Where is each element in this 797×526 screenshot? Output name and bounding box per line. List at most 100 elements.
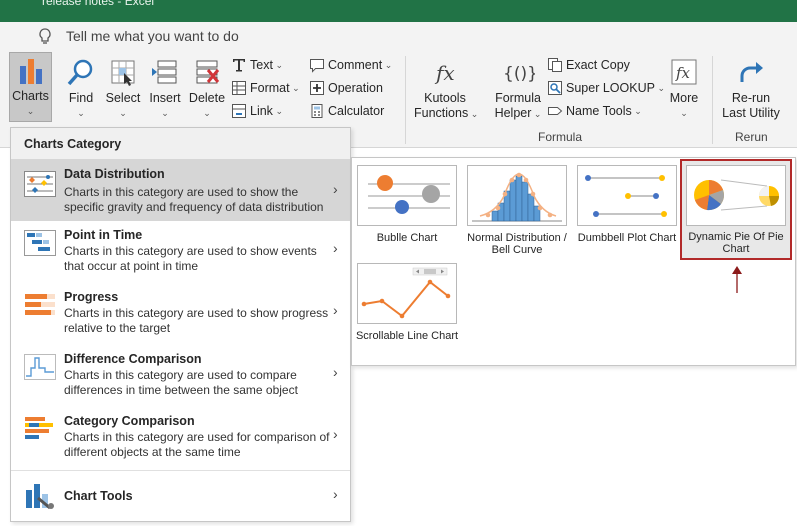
dumbbell-plot-icon (585, 175, 667, 217)
menu-item-title: Chart Tools (64, 489, 133, 503)
more-label: More (669, 91, 699, 105)
gallery-tile-scrollable-line[interactable]: Scrollable Line Chart (356, 263, 458, 355)
format-button[interactable]: Format ⌄ (231, 80, 300, 96)
progress-icon (25, 294, 55, 315)
comment-button[interactable]: Comment ⌄ (309, 57, 392, 73)
charts-button-content[interactable]: Charts ⌄ (9, 56, 52, 119)
rerun-label-2: Last Utility (722, 106, 780, 120)
menu-item-chart-tools[interactable]: Chart Tools › (11, 476, 350, 518)
menu-item-title: Difference Comparison (64, 352, 202, 366)
chevron-down-icon: ⌄ (272, 105, 283, 116)
chevron-down-icon: ⌄ (531, 109, 542, 119)
chart-gallery-panel: Bublle Chart Normal Distribution / Bell … (351, 157, 796, 366)
data-distribution-icon (24, 171, 56, 197)
bell-curve-icon (472, 172, 562, 222)
chevron-right-icon: › (333, 486, 338, 502)
operation-label: Operation (328, 81, 383, 95)
select-cells-icon (111, 60, 135, 86)
menu-item-desc: Charts in this category are used to show… (64, 185, 324, 214)
kutools-functions-label-1: Kutools (424, 91, 466, 105)
formula-helper-label-2: Helper (494, 106, 532, 120)
ribbon-separator (405, 56, 406, 144)
formula-helper-button[interactable]: {()} Formula Helper ⌄ (488, 58, 548, 122)
menu-item-title: Point in Time (64, 228, 143, 242)
text-button[interactable]: Text ⌄ (231, 57, 283, 73)
insert-rows-icon (152, 60, 177, 84)
rerun-button[interactable]: Re-run Last Utility (718, 58, 784, 121)
bubble-chart-icon (368, 175, 450, 214)
kutools-functions-button[interactable]: fx Kutools Functions ⌄ (414, 58, 479, 122)
insert-button[interactable]: Insert ⌄ (144, 58, 186, 121)
chevron-down-icon: ⌄ (382, 59, 393, 70)
exact-copy-button[interactable]: Exact Copy (547, 57, 630, 73)
super-lookup-button[interactable]: Super LOOKUP ⌄ (547, 80, 665, 96)
gallery-tile-bubble-chart[interactable]: Bublle Chart (357, 165, 457, 257)
point-in-time-icon (24, 230, 56, 256)
lightbulb-icon (39, 28, 51, 44)
tell-me-input[interactable]: Tell me what you want to do (66, 28, 239, 44)
charts-label: Charts (12, 89, 49, 103)
format-icon (232, 81, 246, 95)
format-label: Format (250, 81, 290, 95)
group-label-rerun: Rerun (735, 130, 768, 144)
find-label: Find (68, 91, 94, 105)
more-button[interactable]: fx More ⌄ (664, 58, 704, 121)
find-button[interactable]: Find ⌄ (60, 58, 102, 121)
delete-rows-icon (196, 60, 220, 84)
gallery-tile-normal-distribution[interactable]: Normal Distribution / Bell Curve (467, 165, 567, 257)
calculator-button[interactable]: Calculator (309, 103, 384, 119)
menu-item-desc: Charts in this category are used to comp… (64, 368, 298, 397)
link-icon (232, 104, 246, 118)
link-button[interactable]: Link ⌄ (231, 103, 283, 119)
ribbon-separator (712, 56, 713, 144)
chevron-right-icon: › (333, 364, 338, 380)
tile-caption: Bublle Chart (376, 232, 438, 244)
tile-caption: Normal Distribution / Bell Curve (467, 232, 567, 256)
tile-caption: Dumbbell Plot Chart (577, 232, 677, 244)
menu-item-desc: Charts in this category are used to show… (64, 306, 329, 335)
chevron-right-icon: › (333, 302, 338, 318)
kutools-functions-label-2: Functions (414, 106, 469, 120)
menu-item-desc: Charts in this category are used for com… (64, 430, 330, 459)
magnifier-icon (67, 59, 93, 86)
menu-divider (11, 470, 350, 471)
delete-button[interactable]: Delete ⌄ (186, 58, 228, 121)
tile-caption: Dynamic Pie Of Pie Chart (688, 231, 784, 255)
scrollable-line-icon (361, 267, 451, 319)
svg-text:fx: fx (434, 61, 455, 85)
menu-item-point-in-time[interactable]: Point in Time Charts in this category ar… (11, 226, 350, 284)
menu-header: Charts Category (11, 128, 350, 159)
group-label-formula: Formula (538, 130, 583, 144)
bubble-chart-thumbnail (357, 165, 457, 226)
menu-item-difference-comparison[interactable]: Difference Comparison Charts in this cat… (11, 350, 350, 408)
gallery-tile-dumbbell-plot[interactable]: Dumbbell Plot Chart (577, 165, 677, 257)
kutools-functions-label-2-row: Functions ⌄ (414, 106, 479, 122)
insert-label: Insert (149, 91, 181, 105)
menu-item-progress[interactable]: Progress Charts in this category are use… (11, 288, 350, 346)
svg-text:{()}: {()} (503, 64, 535, 84)
gallery-tile-dynamic-pie-of-pie[interactable]: Dynamic Pie Of Pie Chart (680, 159, 792, 260)
charts-category-menu: Charts Category Data Distribution Charts… (10, 127, 351, 522)
category-comparison-icon (25, 417, 53, 439)
annotation-arrow (732, 266, 742, 293)
chevron-down-icon: ⌄ (119, 108, 127, 118)
lookup-icon (548, 81, 562, 95)
tell-me-bar[interactable]: Tell me what you want to do (0, 22, 797, 50)
copy-icon (548, 58, 562, 72)
chevron-down-icon: ⌄ (272, 59, 283, 70)
chevron-down-icon: ⌄ (468, 109, 479, 119)
calculator-icon (311, 104, 323, 118)
chevron-right-icon: › (333, 240, 338, 256)
formula-braces-icon: {()} (503, 64, 535, 84)
chevron-down-icon: ⌄ (161, 108, 169, 118)
menu-item-category-comparison[interactable]: Category Comparison Charts in this categ… (11, 412, 350, 470)
select-button[interactable]: Select ⌄ (102, 58, 144, 121)
fx-box-icon: fx (671, 59, 697, 85)
operation-icon (310, 81, 324, 95)
operation-button[interactable]: Operation (309, 80, 383, 96)
name-tag-icon (548, 107, 563, 115)
difference-comparison-icon (24, 354, 56, 380)
name-tools-button[interactable]: Name Tools ⌄ (547, 103, 642, 119)
menu-item-data-distribution[interactable]: Data Distribution Charts in this categor… (11, 159, 350, 221)
exact-copy-label: Exact Copy (566, 58, 630, 72)
